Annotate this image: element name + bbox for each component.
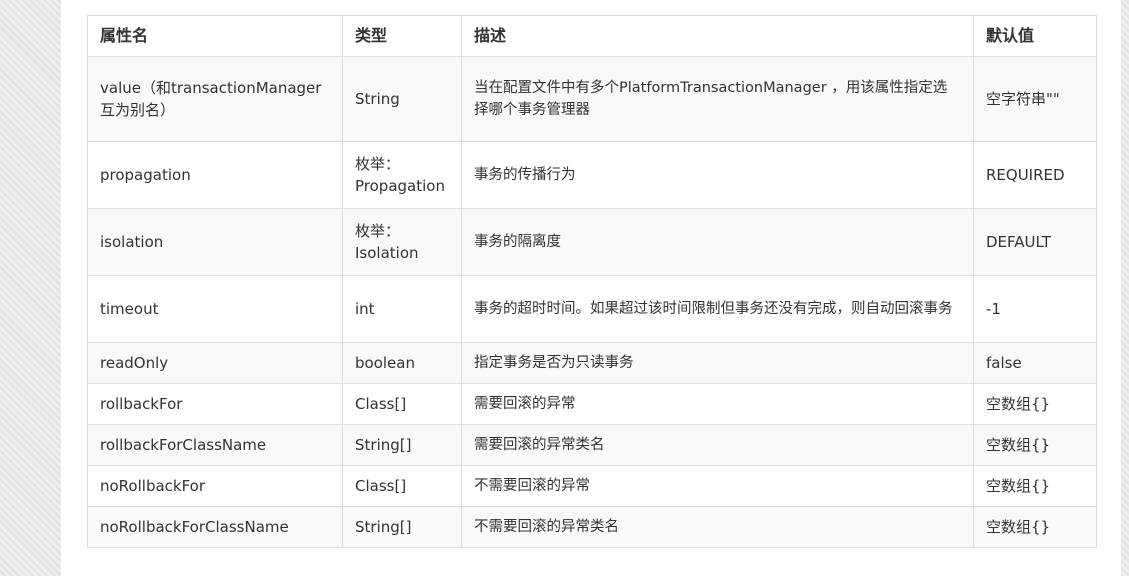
header-default-value: 默认值: [973, 15, 1097, 57]
cell-type: 枚举：Isolation: [342, 208, 462, 276]
table-row: readOnly boolean 指定事务是否为只读事务 false: [87, 342, 1097, 384]
table-row: noRollbackForClassName String[] 不需要回滚的异常…: [87, 506, 1097, 548]
transactional-attributes-table: 属性名 类型 描述 默认值 value（和transactionManager互…: [87, 15, 1097, 548]
table-row: rollbackFor Class[] 需要回滚的异常 空数组{}: [87, 383, 1097, 425]
cell-type: Class[]: [342, 465, 462, 507]
cell-attribute-name: value（和transactionManager互为别名）: [87, 56, 343, 142]
cell-attribute-name: noRollbackFor: [87, 465, 343, 507]
cell-default-value: REQUIRED: [973, 141, 1097, 209]
cell-attribute-name: timeout: [87, 275, 343, 343]
cell-description: 不需要回滚的异常类名: [461, 506, 974, 548]
header-attribute-name: 属性名: [87, 15, 343, 57]
cell-type: String[]: [342, 424, 462, 466]
cell-description: 事务的超时时间。如果超过该时间限制但事务还没有完成，则自动回滚事务: [461, 275, 974, 343]
cell-attribute-name: propagation: [87, 141, 343, 209]
cell-description: 指定事务是否为只读事务: [461, 342, 974, 384]
cell-type: 枚举：Propagation: [342, 141, 462, 209]
cell-default-value: DEFAULT: [973, 208, 1097, 276]
table-header-row: 属性名 类型 描述 默认值: [87, 15, 1097, 57]
table-row: propagation 枚举：Propagation 事务的传播行为 REQUI…: [87, 141, 1097, 209]
cell-description: 不需要回滚的异常: [461, 465, 974, 507]
cell-type: String: [342, 56, 462, 142]
cell-attribute-name: rollbackFor: [87, 383, 343, 425]
table-row: rollbackForClassName String[] 需要回滚的异常类名 …: [87, 424, 1097, 466]
cell-description: 需要回滚的异常类名: [461, 424, 974, 466]
content-panel: 属性名 类型 描述 默认值 value（和transactionManager互…: [61, 0, 1121, 576]
cell-default-value: 空数组{}: [973, 424, 1097, 466]
cell-default-value: false: [973, 342, 1097, 384]
cell-description: 当在配置文件中有多个PlatformTransactionManager ，用该…: [461, 56, 974, 142]
cell-attribute-name: isolation: [87, 208, 343, 276]
cell-type: int: [342, 275, 462, 343]
cell-attribute-name: readOnly: [87, 342, 343, 384]
cell-type: boolean: [342, 342, 462, 384]
cell-type: String[]: [342, 506, 462, 548]
table-row: noRollbackFor Class[] 不需要回滚的异常 空数组{}: [87, 465, 1097, 507]
cell-default-value: 空数组{}: [973, 465, 1097, 507]
header-type: 类型: [342, 15, 462, 57]
cell-default-value: 空数组{}: [973, 383, 1097, 425]
cell-description: 事务的隔离度: [461, 208, 974, 276]
table-row: value（和transactionManager互为别名） String 当在…: [87, 56, 1097, 142]
cell-attribute-name: rollbackForClassName: [87, 424, 343, 466]
cell-description: 需要回滚的异常: [461, 383, 974, 425]
table-row: timeout int 事务的超时时间。如果超过该时间限制但事务还没有完成，则自…: [87, 275, 1097, 343]
table-row: isolation 枚举：Isolation 事务的隔离度 DEFAULT: [87, 208, 1097, 276]
cell-attribute-name: noRollbackForClassName: [87, 506, 343, 548]
cell-default-value: 空数组{}: [973, 506, 1097, 548]
cell-default-value: -1: [973, 275, 1097, 343]
header-description: 描述: [461, 15, 974, 57]
cell-default-value: 空字符串"": [973, 56, 1097, 142]
cell-description: 事务的传播行为: [461, 141, 974, 209]
cell-type: Class[]: [342, 383, 462, 425]
